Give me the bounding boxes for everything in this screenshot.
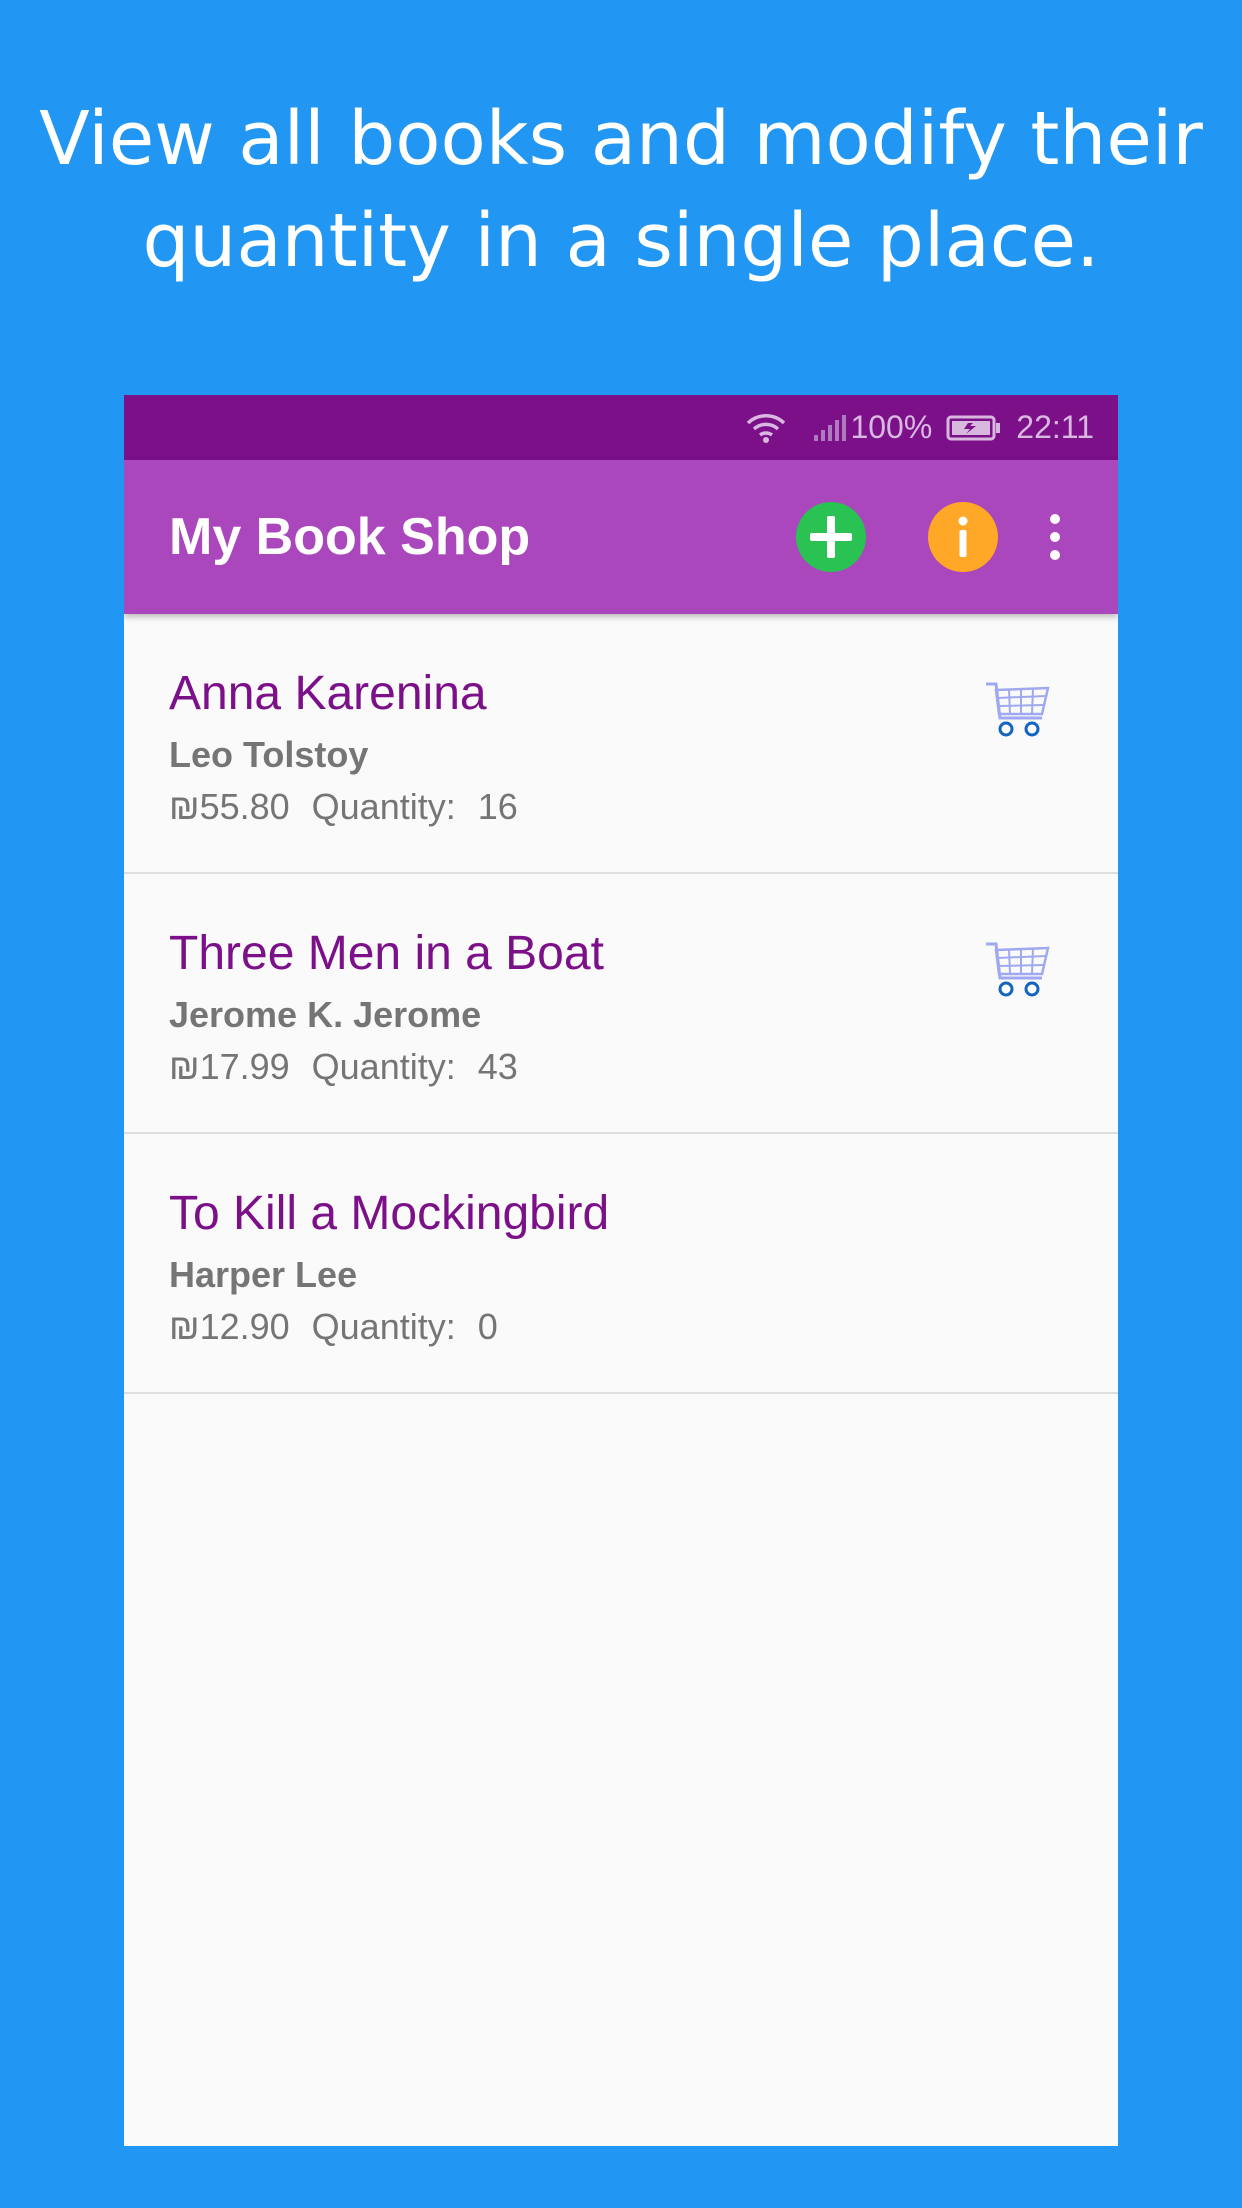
book-title: Three Men in a Boat: [169, 927, 604, 980]
add-to-cart-button[interactable]: [982, 674, 1054, 746]
info-button[interactable]: [928, 502, 998, 572]
signal-icon: [812, 413, 847, 443]
wifi-icon: [744, 411, 788, 445]
book-list-item[interactable]: Three Men in a Boat Jerome K. Jerome ₪17…: [124, 874, 1118, 1134]
phone-screen: 100% 22:11 My Book Shop Anna Karenina Le…: [124, 395, 1118, 2146]
battery-icon: [946, 414, 1002, 442]
book-title: Anna Karenina: [169, 667, 487, 720]
promo-headline-line2: quantity in a single place.: [142, 198, 1100, 284]
add-book-button[interactable]: [796, 502, 866, 572]
battery-percent: 100%: [850, 409, 933, 445]
book-author: Jerome K. Jerome: [169, 994, 482, 1035]
book-list-item[interactable]: Anna Karenina Leo Tolstoy ₪55.80 Quantity…: [124, 614, 1118, 874]
book-list-item[interactable]: To Kill a Mockingbird Harper Lee ₪12.90 Q…: [124, 1134, 1118, 1394]
promo-headline: View all books and modify their quantity…: [0, 88, 1242, 292]
quantity-value: 16: [477, 786, 518, 827]
plus-icon: [810, 516, 852, 558]
book-title: To Kill a Mockingbird: [169, 1187, 610, 1240]
add-to-cart-button[interactable]: [982, 934, 1054, 1006]
book-list: Anna Karenina Leo Tolstoy ₪55.80 Quantity…: [124, 614, 1118, 1394]
quantity-value: 43: [477, 1046, 518, 1087]
book-price: ₪55.80: [169, 786, 290, 827]
shopping-cart-icon: [986, 942, 1050, 997]
book-price: ₪12.90: [169, 1306, 290, 1347]
book-price-quantity: ₪55.80 Quantity: 16: [169, 786, 540, 828]
promo-headline-line1: View all books and modify their: [39, 96, 1203, 182]
clock: 22:11: [1016, 409, 1094, 445]
status-bar: 100% 22:11: [124, 395, 1118, 460]
quantity-value: 0: [477, 1306, 498, 1347]
overflow-menu-button[interactable]: [1040, 502, 1070, 572]
book-author: Leo Tolstoy: [169, 734, 369, 775]
quantity-label: Quantity:: [311, 786, 456, 827]
book-price-quantity: ₪17.99 Quantity: 43: [169, 1046, 540, 1088]
app-title: My Book Shop: [169, 508, 531, 566]
book-price-quantity: ₪12.90 Quantity: 0: [169, 1306, 520, 1348]
more-vertical-icon: [1050, 514, 1060, 524]
book-author: Harper Lee: [169, 1254, 358, 1295]
app-bar: My Book Shop: [124, 460, 1118, 614]
book-price: ₪17.99: [169, 1046, 290, 1087]
info-icon: [958, 516, 968, 557]
quantity-label: Quantity:: [311, 1046, 456, 1087]
quantity-label: Quantity:: [311, 1306, 456, 1347]
shopping-cart-icon: [986, 682, 1050, 737]
